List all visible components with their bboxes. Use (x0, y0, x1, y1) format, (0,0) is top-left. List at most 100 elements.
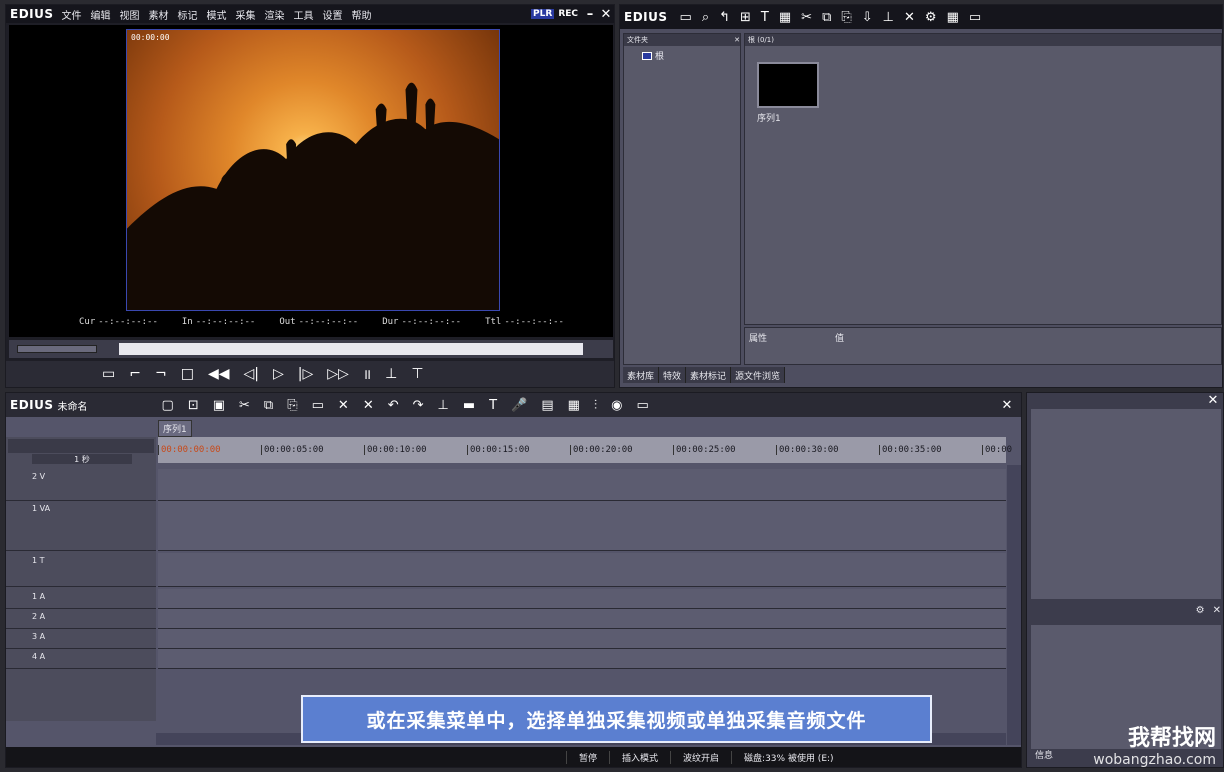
export-icon[interactable]: ▤ (541, 398, 553, 413)
sync-icon[interactable]: ▬ (463, 398, 475, 413)
track-header[interactable]: 2 A (6, 609, 156, 629)
step-back-icon[interactable]: ◁| (243, 366, 258, 382)
cut-icon[interactable]: ✂ (801, 10, 812, 25)
root-folder-item[interactable]: 根 (642, 49, 740, 62)
menu-item-1[interactable]: 编辑 (91, 7, 111, 22)
track-lane[interactable] (158, 553, 1006, 587)
track-lane[interactable] (158, 629, 1006, 649)
overwrite-icon[interactable]: ⊤ (411, 366, 423, 382)
ruler-tick: 00:00:10:00 (364, 445, 427, 455)
track-lane[interactable] (158, 609, 1006, 629)
view-icon[interactable]: ▦ (947, 10, 959, 25)
add-clip-icon[interactable]: ⊞ (740, 10, 751, 25)
timeline-close-icon[interactable]: ✕ (999, 398, 1015, 413)
delete-icon[interactable]: ✕ (338, 398, 349, 413)
track-header[interactable]: 1 A (6, 589, 156, 609)
stop-icon[interactable]: □ (181, 366, 194, 382)
bin-tab[interactable]: 源文件浏览 (731, 367, 786, 383)
title-icon[interactable]: T (489, 398, 497, 413)
menu-item-7[interactable]: 渲染 (265, 7, 285, 22)
grid-icon[interactable]: ▦ (568, 398, 580, 413)
track-header[interactable]: 3 A (6, 629, 156, 649)
copy-icon[interactable]: ⧉ (264, 398, 273, 413)
new-sequence-icon[interactable]: ▢ (162, 398, 174, 413)
redo-icon[interactable]: ↷ (413, 398, 424, 413)
time-ruler[interactable]: 00:00:00:00 00:00:05:00 00:00:10:00 00:00:1… (158, 437, 1012, 463)
pause-icon[interactable]: ॥ (363, 365, 371, 384)
bin-tab[interactable]: 素材标记 (686, 367, 732, 383)
position-slider[interactable] (9, 340, 613, 358)
copy-icon[interactable]: ⧉ (822, 10, 831, 25)
render-icon[interactable]: ▭ (637, 398, 649, 413)
color-bar-icon[interactable]: ▦ (779, 10, 791, 25)
send-to-player-icon[interactable]: ⇩ (862, 10, 873, 25)
mixer-icon[interactable]: ⫶ (594, 398, 597, 413)
menu-item-3[interactable]: 素材 (149, 7, 169, 22)
ripple-delete-icon[interactable]: ✕ (363, 398, 374, 413)
timescale-select[interactable]: 1 秒 (32, 454, 132, 464)
up-icon[interactable]: ↰ (719, 10, 730, 25)
shuttle-slider[interactable] (17, 345, 97, 353)
track-header[interactable]: 1 VA (6, 501, 156, 551)
properties-icon[interactable]: ⚙ (925, 10, 937, 25)
minimize-icon[interactable]: – (582, 7, 598, 22)
track-lane[interactable] (158, 589, 1006, 609)
cut-icon[interactable]: ✂ (239, 398, 250, 413)
menu-item-0[interactable]: 文件 (62, 7, 82, 22)
menu-item-10[interactable]: 帮助 (352, 7, 372, 22)
menu-item-6[interactable]: 采集 (236, 7, 256, 22)
info-pane-close-icon[interactable]: ✕ (1213, 605, 1221, 621)
site-watermark: 我帮找网 wobangzhao.com (1093, 720, 1216, 768)
step-forward-icon[interactable]: |▷ (298, 366, 313, 382)
menu-item-4[interactable]: 标记 (178, 7, 198, 22)
insert-icon[interactable]: ⊥ (385, 366, 397, 382)
open-icon[interactable]: ⊡ (188, 398, 199, 413)
bin-tab[interactable]: 素材库 (623, 367, 660, 383)
save-icon[interactable]: ▣ (213, 398, 225, 413)
undo-icon[interactable]: ↶ (388, 398, 399, 413)
track-header[interactable]: 2 V (6, 469, 156, 501)
rec-button[interactable]: REC (554, 9, 582, 19)
add-edit-icon[interactable]: ▭ (312, 398, 324, 413)
vertical-scrollbar[interactable] (1007, 465, 1021, 745)
menu-item-9[interactable]: 设置 (323, 7, 343, 22)
menu-item-8[interactable]: 工具 (294, 7, 314, 22)
bin-menu-icon[interactable]: ▭ (969, 10, 981, 25)
close-icon[interactable]: ✕ (598, 7, 614, 22)
search-icon[interactable]: ⌕ (702, 10, 709, 25)
mark-clip-icon[interactable]: ▭ (102, 366, 115, 382)
fast-forward-icon[interactable]: ▷▷ (327, 366, 349, 382)
plr-button[interactable]: PLR (531, 9, 555, 19)
set-in-icon[interactable]: ⌐ (129, 366, 141, 382)
track-lane[interactable] (158, 649, 1006, 669)
timeline-logo: EDIUS (10, 398, 54, 412)
zoom-slider[interactable] (8, 439, 154, 453)
scrub-bar[interactable] (119, 343, 583, 355)
menu-item-5[interactable]: 模式 (207, 7, 227, 22)
delete-icon[interactable]: ✕ (904, 10, 915, 25)
info-close-icon[interactable]: ✕ (1205, 393, 1221, 408)
track-name: 1 VA (32, 504, 51, 513)
new-folder-icon[interactable]: ▭ (680, 10, 692, 25)
menu-item-2[interactable]: 视图 (120, 7, 140, 22)
track-header[interactable]: 1 T (6, 553, 156, 587)
add-to-timeline-icon[interactable]: ⊥ (883, 10, 894, 25)
ruler-tick: 00:00:30:00 (776, 445, 839, 455)
track-lane[interactable] (158, 501, 1006, 551)
bin-tab[interactable]: 特效 (659, 367, 687, 383)
mic-icon[interactable]: 🎤 (511, 398, 527, 413)
title-icon[interactable]: T (761, 10, 769, 25)
folder-pane-close-icon[interactable]: ✕ (734, 36, 740, 44)
set-out-icon[interactable]: ¬ (155, 366, 167, 382)
clip-thumbnail[interactable] (757, 62, 819, 108)
info-settings-icon[interactable]: ⚙ (1196, 605, 1205, 621)
color-icon[interactable]: ◉ (611, 398, 622, 413)
paste-icon[interactable]: ⎘ (287, 398, 297, 413)
paste-icon[interactable]: ⎘ (841, 10, 851, 25)
sequence-tab[interactable]: 序列1 (158, 420, 192, 437)
rewind-icon[interactable]: ◀◀ (208, 366, 230, 382)
play-icon[interactable]: ▷ (273, 366, 284, 382)
marker-icon[interactable]: ⊥ (438, 398, 449, 413)
track-header[interactable]: 4 A (6, 649, 156, 669)
track-lane[interactable] (158, 469, 1006, 501)
